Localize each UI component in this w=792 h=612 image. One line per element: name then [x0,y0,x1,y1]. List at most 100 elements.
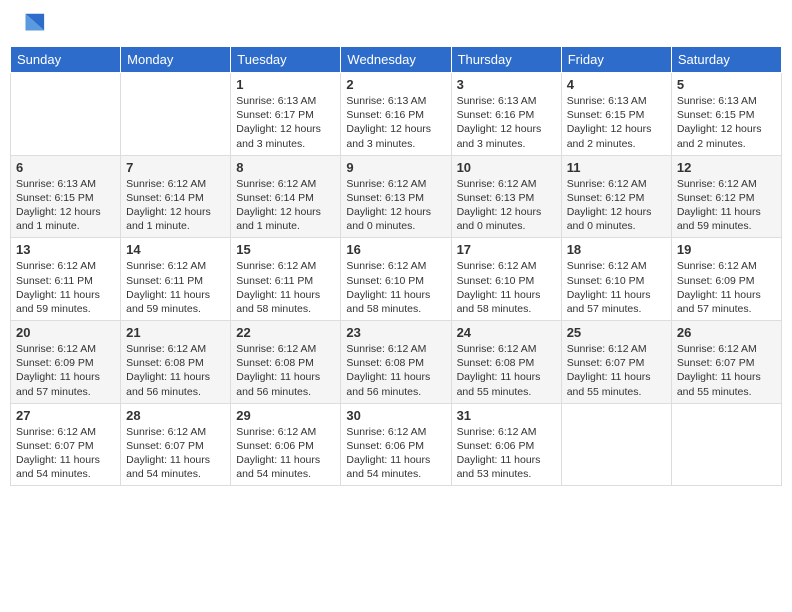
day-info: Sunrise: 6:13 AM Sunset: 6:15 PM Dayligh… [567,94,666,151]
day-info: Sunrise: 6:12 AM Sunset: 6:08 PM Dayligh… [126,342,225,399]
day-number: 14 [126,242,225,257]
day-number: 18 [567,242,666,257]
day-info: Sunrise: 6:13 AM Sunset: 6:16 PM Dayligh… [346,94,445,151]
day-number: 17 [457,242,556,257]
calendar-cell: 23 Sunrise: 6:12 AM Sunset: 6:08 PM Dayli… [341,321,451,404]
day-number: 19 [677,242,776,257]
calendar-week-row: 6 Sunrise: 6:13 AM Sunset: 6:15 PM Daylig… [11,155,782,238]
day-info: Sunrise: 6:12 AM Sunset: 6:13 PM Dayligh… [346,177,445,234]
day-info: Sunrise: 6:12 AM Sunset: 6:07 PM Dayligh… [677,342,776,399]
calendar-cell [121,73,231,156]
calendar-cell [11,73,121,156]
calendar-cell: 25 Sunrise: 6:12 AM Sunset: 6:07 PM Dayli… [561,321,671,404]
day-info: Sunrise: 6:12 AM Sunset: 6:11 PM Dayligh… [126,259,225,316]
calendar-week-row: 1Sunrise: 6:13 AM Sunset: 6:17 PM Daylig… [11,73,782,156]
day-info: Sunrise: 6:12 AM Sunset: 6:11 PM Dayligh… [236,259,335,316]
day-info: Sunrise: 6:12 AM Sunset: 6:08 PM Dayligh… [457,342,556,399]
day-info: Sunrise: 6:12 AM Sunset: 6:07 PM Dayligh… [16,425,115,482]
day-info: Sunrise: 6:12 AM Sunset: 6:07 PM Dayligh… [567,342,666,399]
day-number: 20 [16,325,115,340]
calendar-header-monday: Monday [121,47,231,73]
day-info: Sunrise: 6:13 AM Sunset: 6:16 PM Dayligh… [457,94,556,151]
day-number: 11 [567,160,666,175]
day-number: 26 [677,325,776,340]
day-number: 2 [346,77,445,92]
calendar-cell: 2 Sunrise: 6:13 AM Sunset: 6:16 PM Daylig… [341,73,451,156]
day-info: Sunrise: 6:12 AM Sunset: 6:10 PM Dayligh… [346,259,445,316]
logo-icon [18,10,46,38]
calendar-cell: 22Sunrise: 6:12 AM Sunset: 6:08 PM Dayli… [231,321,341,404]
calendar-cell: 15 Sunrise: 6:12 AM Sunset: 6:11 PM Dayli… [231,238,341,321]
calendar-cell: 7 Sunrise: 6:12 AM Sunset: 6:14 PM Daylig… [121,155,231,238]
day-info: Sunrise: 6:12 AM Sunset: 6:10 PM Dayligh… [457,259,556,316]
calendar-cell: 3 Sunrise: 6:13 AM Sunset: 6:16 PM Daylig… [451,73,561,156]
calendar-week-row: 13Sunrise: 6:12 AM Sunset: 6:11 PM Dayli… [11,238,782,321]
day-number: 5 [677,77,776,92]
day-number: 10 [457,160,556,175]
calendar-cell: 18 Sunrise: 6:12 AM Sunset: 6:10 PM Dayli… [561,238,671,321]
calendar-cell: 27 Sunrise: 6:12 AM Sunset: 6:07 PM Dayli… [11,403,121,486]
calendar-cell: 26 Sunrise: 6:12 AM Sunset: 6:07 PM Dayli… [671,321,781,404]
calendar-cell [671,403,781,486]
calendar-cell: 30 Sunrise: 6:12 AM Sunset: 6:06 PM Dayli… [341,403,451,486]
day-number: 1 [236,77,335,92]
day-info: Sunrise: 6:13 AM Sunset: 6:15 PM Dayligh… [16,177,115,234]
calendar-cell: 6 Sunrise: 6:13 AM Sunset: 6:15 PM Daylig… [11,155,121,238]
day-number: 29 [236,408,335,423]
day-info: Sunrise: 6:12 AM Sunset: 6:12 PM Dayligh… [567,177,666,234]
calendar-header-friday: Friday [561,47,671,73]
calendar-header-row: SundayMondayTuesdayWednesdayThursdayFrid… [11,47,782,73]
day-number: 23 [346,325,445,340]
calendar-cell: 24Sunrise: 6:12 AM Sunset: 6:08 PM Dayli… [451,321,561,404]
calendar-cell: 1Sunrise: 6:13 AM Sunset: 6:17 PM Daylig… [231,73,341,156]
day-info: Sunrise: 6:12 AM Sunset: 6:13 PM Dayligh… [457,177,556,234]
calendar-cell: 12 Sunrise: 6:12 AM Sunset: 6:12 PM Dayli… [671,155,781,238]
calendar-cell: 19Sunrise: 6:12 AM Sunset: 6:09 PM Dayli… [671,238,781,321]
calendar-cell: 16 Sunrise: 6:12 AM Sunset: 6:10 PM Dayli… [341,238,451,321]
calendar-week-row: 27 Sunrise: 6:12 AM Sunset: 6:07 PM Dayli… [11,403,782,486]
day-number: 4 [567,77,666,92]
day-info: Sunrise: 6:13 AM Sunset: 6:15 PM Dayligh… [677,94,776,151]
day-number: 28 [126,408,225,423]
day-info: Sunrise: 6:12 AM Sunset: 6:14 PM Dayligh… [236,177,335,234]
calendar-header-thursday: Thursday [451,47,561,73]
day-info: Sunrise: 6:12 AM Sunset: 6:09 PM Dayligh… [16,342,115,399]
calendar-table: SundayMondayTuesdayWednesdayThursdayFrid… [10,46,782,486]
day-info: Sunrise: 6:12 AM Sunset: 6:12 PM Dayligh… [677,177,776,234]
calendar-cell: 17 Sunrise: 6:12 AM Sunset: 6:10 PM Dayli… [451,238,561,321]
day-number: 3 [457,77,556,92]
day-info: Sunrise: 6:12 AM Sunset: 6:06 PM Dayligh… [346,425,445,482]
calendar-cell: 11 Sunrise: 6:12 AM Sunset: 6:12 PM Dayli… [561,155,671,238]
calendar-cell: 10 Sunrise: 6:12 AM Sunset: 6:13 PM Dayli… [451,155,561,238]
day-number: 16 [346,242,445,257]
calendar-header-saturday: Saturday [671,47,781,73]
calendar-cell: 5 Sunrise: 6:13 AM Sunset: 6:15 PM Daylig… [671,73,781,156]
calendar-cell: 9 Sunrise: 6:12 AM Sunset: 6:13 PM Daylig… [341,155,451,238]
calendar-cell: 20 Sunrise: 6:12 AM Sunset: 6:09 PM Dayli… [11,321,121,404]
day-number: 30 [346,408,445,423]
calendar-cell [561,403,671,486]
calendar-cell: 4 Sunrise: 6:13 AM Sunset: 6:15 PM Daylig… [561,73,671,156]
day-number: 31 [457,408,556,423]
day-number: 25 [567,325,666,340]
calendar-cell: 28 Sunrise: 6:12 AM Sunset: 6:07 PM Dayli… [121,403,231,486]
day-number: 9 [346,160,445,175]
day-info: Sunrise: 6:12 AM Sunset: 6:08 PM Dayligh… [236,342,335,399]
day-number: 8 [236,160,335,175]
day-info: Sunrise: 6:12 AM Sunset: 6:14 PM Dayligh… [126,177,225,234]
calendar-header-sunday: Sunday [11,47,121,73]
day-number: 7 [126,160,225,175]
day-number: 6 [16,160,115,175]
calendar-cell: 29Sunrise: 6:12 AM Sunset: 6:06 PM Dayli… [231,403,341,486]
day-info: Sunrise: 6:12 AM Sunset: 6:07 PM Dayligh… [126,425,225,482]
calendar-cell: 8 Sunrise: 6:12 AM Sunset: 6:14 PM Daylig… [231,155,341,238]
day-info: Sunrise: 6:12 AM Sunset: 6:08 PM Dayligh… [346,342,445,399]
day-number: 12 [677,160,776,175]
day-info: Sunrise: 6:12 AM Sunset: 6:06 PM Dayligh… [457,425,556,482]
day-info: Sunrise: 6:12 AM Sunset: 6:11 PM Dayligh… [16,259,115,316]
day-info: Sunrise: 6:12 AM Sunset: 6:10 PM Dayligh… [567,259,666,316]
day-number: 15 [236,242,335,257]
calendar-cell: 31 Sunrise: 6:12 AM Sunset: 6:06 PM Dayli… [451,403,561,486]
day-number: 27 [16,408,115,423]
calendar-header-wednesday: Wednesday [341,47,451,73]
